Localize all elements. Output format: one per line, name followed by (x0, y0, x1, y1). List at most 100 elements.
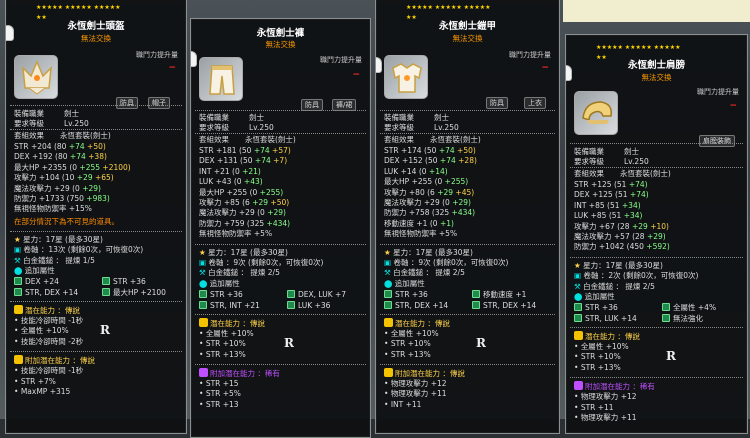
item-name: 永恆劍士頭盔 (67, 21, 125, 32)
extra-option-icon (102, 277, 110, 285)
platinum-hammer-row: ⚒ 白金鐵鎚 ： 提煉 2/5 (574, 281, 655, 291)
stat-row: LUK +14 (0 +14) (384, 166, 448, 176)
extra-option-icon (102, 288, 110, 296)
additional-potential-title: 附加潛在能力 ：稀有 (199, 368, 280, 379)
job-row: 裝備職業 劍士 (199, 113, 264, 122)
power-increase-label: 職鬥力提升量 (320, 56, 362, 64)
additional-potential-line: • 物理攻擊力 +11 (384, 389, 447, 399)
stat-row: 防禦力 +1042 (450 +592) (574, 242, 670, 252)
additional-potential-title: 附加潛在能力 ：傳說 (14, 355, 95, 366)
potential-title: 潛在能力 ：傳說 (14, 305, 80, 316)
divider (570, 167, 743, 168)
stat-row: LUK +85 (51 +34) (574, 211, 643, 221)
potential-title: 潛在能力 ：傳說 (574, 331, 640, 342)
legendary-icon (384, 368, 393, 377)
legendary-icon (574, 331, 583, 340)
power-increase-label: 職鬥力提升量 (697, 88, 739, 96)
divider (380, 133, 555, 134)
additional-potential-line: • STR +7% (14, 376, 56, 386)
power-increase-label: 職鬥力提升量 (509, 51, 551, 59)
additional-potential-line: • 物理攻擊力 +12 (574, 392, 637, 402)
additional-potential-line: • STR +15 (199, 379, 239, 388)
power-change-value: − (168, 63, 176, 73)
power-increase-label: 職鬥力提升量 (136, 51, 178, 59)
scroll-row: ▣ 卷軸 ：9次 (剩餘0次，可恢復0次) (199, 258, 324, 267)
set-effect-row: 套組效果 永恆套裝(劍士) (384, 135, 481, 144)
stat-row: STR +125 (51 +74) (574, 180, 648, 189)
platinum-hammer-row: ⚒ 白金鐵鎚 ： 提煉 1/5 (14, 255, 95, 265)
stat-row: 魔法攻擊力 +57 (28 +29) (574, 232, 666, 241)
item-category-badge: 防具 (116, 97, 138, 110)
divider (10, 105, 182, 106)
item-icon (574, 91, 618, 135)
stat-row: STR +174 (50 +74 +50) (384, 146, 476, 155)
untradeable-label: 無法交換 (641, 73, 672, 82)
stat-row: 魔法攻擊力 +29 (0 +29) (14, 183, 101, 193)
item-name: 永恆劍士鎧甲 (438, 21, 496, 32)
extra-option-icon (287, 289, 295, 298)
divider (380, 313, 555, 315)
divider (380, 243, 555, 245)
potential-line: • STR +13% (384, 349, 431, 359)
cursor-glove-icon (191, 51, 197, 67)
extra-option-icon (472, 289, 480, 298)
extra-option: STR +36 (574, 303, 618, 313)
untradeable-label: 無法交換 (265, 40, 296, 49)
job-row: 裝備職業 劍士 (14, 109, 79, 118)
stat-row: INT +21 (0 +21) (199, 166, 261, 176)
item-category-badge: 肩膀裝飾 (699, 135, 735, 148)
legendary-icon (384, 317, 393, 327)
extra-option: 最大HP +2100 (102, 288, 166, 298)
additional-potential-title: 附加潛在能力 ：傳說 (384, 368, 465, 379)
extra-option-title: ⬤ 追加屬性 (14, 266, 55, 275)
potential-title: 潛在能力 ：傳說 (384, 317, 450, 329)
set-effect-row: 套組效果 永恆套裝(劍士) (574, 169, 671, 178)
set-effect-row: 套組效果 永恆套裝(劍士) (14, 131, 111, 140)
set-effect-row: 套組效果 永恆套裝(劍士) (199, 135, 296, 144)
stat-row: DEX +131 (50 +74 +7) (199, 156, 288, 166)
stat-row: 攻擊力 +67 (28 +29 +10) (574, 221, 669, 231)
item-tooltip-2: 永恆劍士褲 無法交換 職鬥力提升量 − 防具 褲/裙 裝備職業 劍士 要求等級 Lv.250 套組效… (190, 18, 371, 438)
divider (570, 143, 743, 144)
stat-row: 攻擊力 +104 (10 +29 +65) (14, 173, 114, 183)
req-level-row: 要求等級 Lv.250 (574, 157, 649, 166)
stat-row: STR +181 (50 +74 +57) (199, 146, 291, 155)
potential-line: • STR +13% (199, 349, 246, 359)
extra-option-icon (384, 289, 392, 298)
additional-potential-line: • MaxMP +315 (14, 387, 71, 396)
extra-option: 移動速度 +1 (472, 289, 526, 300)
item-slot-badge: 上衣 (524, 97, 546, 110)
stat-row: 最大HP +255 (0 +255) (199, 187, 284, 197)
platinum-hammer-row: ⚒ 白金鐵鎚 ： 提煉 2/5 (384, 268, 465, 278)
divider (195, 133, 366, 134)
stat-row: INT +85 (51 +34) (574, 200, 641, 210)
potential-line: • 技能冷卻時間 -1秒 (14, 316, 84, 325)
stat-row: DEX +125 (51 +74) (574, 190, 649, 200)
divider (570, 327, 743, 328)
stat-row: 無視怪物防禦率 +15% (14, 204, 92, 214)
extra-option-icon (14, 277, 22, 285)
scroll-row: ▣ 卷軸 ：13次 (剩餘0次，可恢復0次) (14, 245, 144, 255)
potential-line: • STR +10% (384, 339, 431, 349)
potential-line: • 全屬性 +10% (384, 328, 439, 338)
extra-option: 全屬性 +4% (662, 303, 716, 313)
stat-row: 魔法攻擊力 +29 (0 +29) (384, 198, 471, 207)
extra-option: STR, DEX +14 (472, 300, 536, 311)
visibility-warning: 在部分情況下為不可見的道具。 (14, 216, 119, 226)
stat-row: 攻擊力 +85 (6 +29 +50) (199, 198, 290, 207)
divider (570, 256, 743, 258)
power-change-value: − (352, 70, 360, 80)
additional-potential-line: • STR +5% (199, 389, 241, 399)
extra-option-title: ⬤ 追加屬性 (574, 292, 615, 301)
starforce-row: ★ 星力：17星 (最多30星) (199, 247, 288, 257)
additional-potential-line: • STR +11 (574, 402, 614, 412)
extra-option-icon (199, 300, 207, 309)
extra-option-icon (574, 303, 582, 311)
stat-row: STR +204 (80 +74 +50) (14, 142, 106, 151)
potential-line: • 全屬性 +10% (14, 326, 69, 336)
stat-row: 防禦力 +1733 (750 +983) (14, 194, 110, 203)
divider (195, 364, 366, 365)
potential-title: 潛在能力 ：傳說 (199, 317, 265, 329)
power-change-value: − (541, 63, 549, 73)
extra-option-icon (287, 300, 295, 309)
